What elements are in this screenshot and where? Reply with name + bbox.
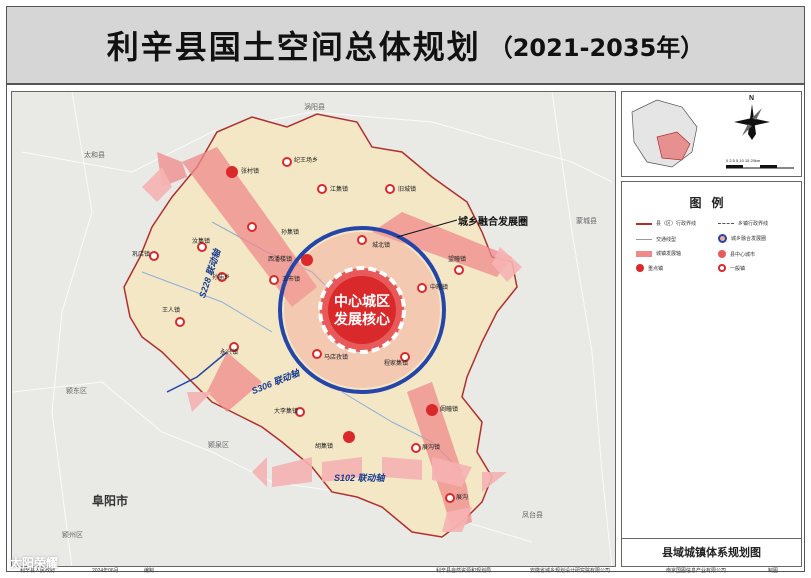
town-label-zhongtuan: 中疃镇 [430, 285, 449, 291]
town-label-jiwangchang: 纪王场乡 [294, 158, 319, 164]
axis-s102: S102 联动轴 [334, 473, 385, 483]
footer-made2: 制图 [768, 568, 779, 574]
center-dot-icon [718, 250, 726, 258]
scale-bar: 0 2.5 5 10 15 20km [726, 158, 761, 163]
axis-arrow-icon [636, 250, 652, 257]
town-label-zhangou2: 展沟 [456, 495, 469, 501]
plan-name: 县域城镇体系规划图 [622, 538, 801, 566]
core-label-1: 中心城区 [334, 293, 390, 309]
location-inset[interactable]: N 0 2.5 5 10 15 20km [621, 91, 802, 177]
legend-general-town: 一般镇 [718, 264, 745, 272]
legend-integration-circle: 城乡融合发展圈 [718, 234, 766, 243]
town-label-ruji: 汝集镇 [192, 239, 211, 245]
town-label-kantuan: 阚疃镇 [440, 407, 459, 413]
inset-canvas [631, 99, 794, 169]
neighbor-fengtai: 凤台县 [522, 512, 543, 519]
road-line-icon [636, 239, 652, 240]
legend-town-boundary: 乡镇行政界线 [718, 220, 768, 227]
general-town-icon [718, 264, 726, 272]
footer-org3: 南京国图信息产业有限公司 [666, 568, 727, 574]
legend-transport: 交通线型 [636, 236, 676, 243]
town-label-sunmiao: 孙庙乡 [212, 275, 231, 281]
neighbor-taihe: 太和县 [84, 152, 105, 159]
neighbor-yingquan: 颍泉区 [208, 442, 229, 449]
dashed-line-icon [718, 223, 734, 224]
footer-date: 2024年06月 [92, 568, 119, 574]
town-label-chengbei: 城北镇 [372, 243, 391, 249]
footer-org1: 利辛县自然资源和规划局 [436, 568, 492, 574]
legend-panel: 图例 县（区）行政界线 乡镇行政界线 交通线型 城乡融合发展圈 城镇发展轴 县中… [621, 181, 802, 567]
legend-county-center: 县中心城市 [718, 250, 755, 258]
town-label-wangren: 王人镇 [162, 308, 181, 314]
map-title: 利辛县国土空间总体规划 [106, 28, 481, 66]
key-town-icon [636, 264, 644, 272]
neighbor-yingdong: 颍东区 [66, 388, 87, 395]
legend-county-boundary: 县（区）行政界线 [636, 220, 696, 227]
town-label-sunji: 孙集镇 [281, 230, 300, 236]
title-bar: 利辛县国土空间总体规划 （2021-2035年） [7, 7, 804, 85]
town-label-jiucheng: 旧城镇 [398, 187, 417, 193]
town-label-wangshi: 王市镇 [282, 277, 301, 283]
footer: 利辛县人民政府 2024年06月 编制 利辛县自然资源和规划局 安徽省城乡规划设… [6, 566, 805, 576]
town-label-jiangji: 江集镇 [330, 187, 349, 193]
town-label-yongxing: 永兴镇 [220, 350, 239, 356]
town-label-chengjiaji: 程家集镇 [384, 361, 409, 367]
north-arrow-icon: N [749, 95, 755, 102]
watermark: 太阳荣耀 [10, 556, 59, 570]
footer-org2: 安徽省城乡规划设计研究院有限公司 [530, 568, 611, 574]
town-label-huji: 胡集镇 [315, 444, 334, 450]
legend-key-town: 重点镇 [636, 264, 663, 272]
side-panel: N 0 2.5 5 10 15 20km 图例 县（区）行政界线 乡镇行政界线 … [621, 91, 802, 567]
neighbor-mengcheng: 蒙城县 [576, 218, 597, 225]
main-map[interactable]: 城乡融合发展圈 中心城区 发展核心 S228 联动轴 S306 联动轴 S102… [11, 91, 616, 567]
footer-made: 编制 [144, 568, 155, 574]
town-label-madianzi: 马店孜镇 [324, 355, 349, 361]
town-label-zhangcun: 张村镇 [241, 169, 260, 175]
neighbor-yingzhou: 颍州区 [62, 532, 83, 539]
neighbor-guoyang: 涡阳县 [304, 104, 325, 111]
town-label-gongdian: 巩店镇 [132, 252, 151, 258]
legend-title: 图例 [689, 196, 734, 210]
town-label-wangtuan: 望疃镇 [448, 257, 467, 263]
plan-period: （2021-2035年） [488, 33, 705, 62]
legend-development-axis: 城镇发展轴 [636, 250, 681, 257]
integration-circle-callout: 城乡融合发展圈 [458, 217, 528, 228]
red-line-icon [636, 222, 652, 225]
map-sheet: 利辛县国土空间总体规划 （2021-2035年） 城乡融合发展圈 中心城区 发展… [6, 6, 805, 572]
city-fuyang: 阜阳市 [92, 494, 129, 508]
core-label-2: 发展核心 [334, 311, 390, 327]
town-label-dali: 大李集镇 [274, 409, 299, 415]
town-label-zhangou: 展沟镇 [422, 445, 441, 451]
town-label-xipanlou: 西潘楼镇 [268, 257, 293, 263]
circle-icon [718, 234, 727, 243]
